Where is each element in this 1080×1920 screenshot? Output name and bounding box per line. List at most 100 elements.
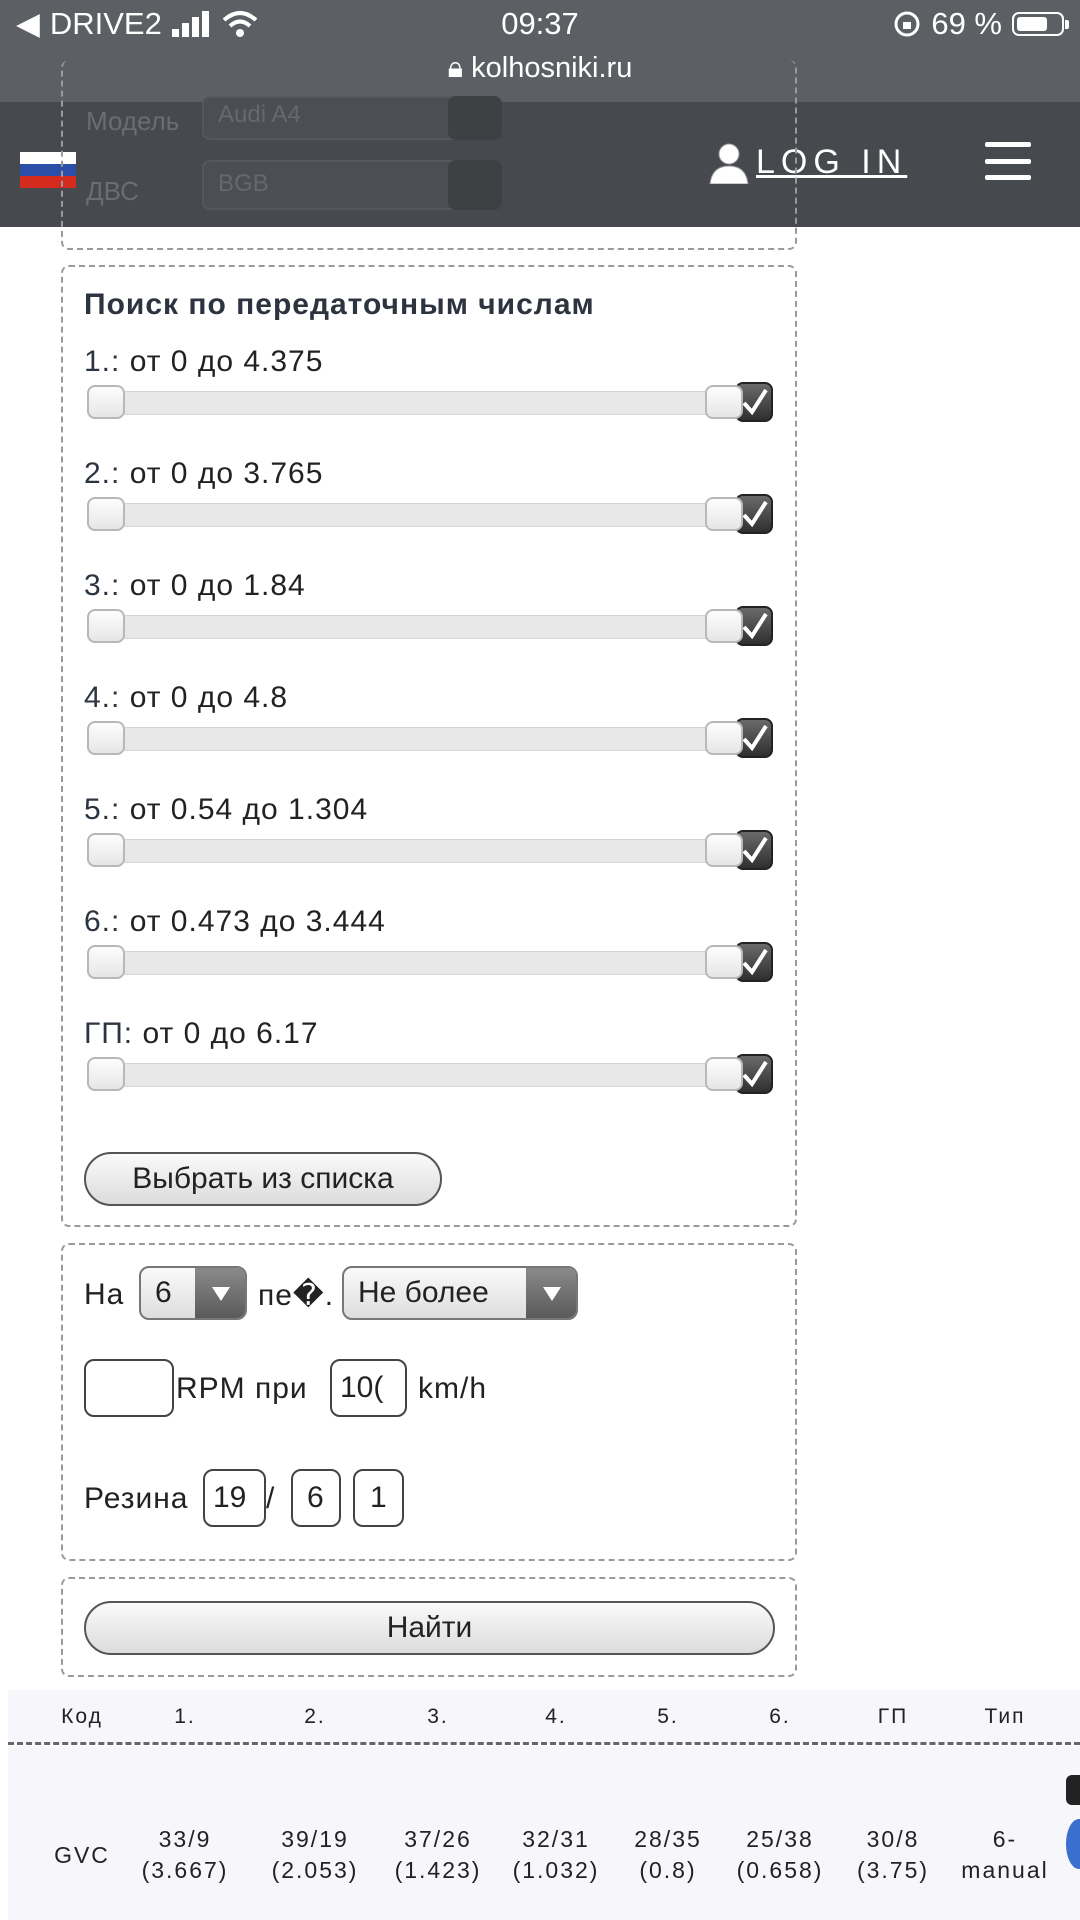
table-cell-g4: 32/31 (1.032) xyxy=(494,1824,618,1886)
cell-line: 28/35 xyxy=(634,1826,702,1852)
column-header[interactable]: 1. xyxy=(125,1705,245,1729)
table-cell-g6: 25/38 (0.658) xyxy=(718,1824,842,1886)
checkmark-icon xyxy=(742,836,768,864)
rpm-label: RPM при xyxy=(176,1372,308,1405)
tire-slash: / xyxy=(266,1482,276,1515)
range-min-handle[interactable] xyxy=(87,721,125,755)
range-text: от 0 до 3.765 xyxy=(129,457,324,490)
range-key: 6.: xyxy=(84,905,121,938)
cell-line: manual xyxy=(961,1857,1049,1883)
range-slider-track[interactable] xyxy=(88,839,738,863)
column-header[interactable]: 4. xyxy=(496,1705,616,1729)
battery-icon xyxy=(1012,12,1069,36)
checkmark-icon xyxy=(742,724,768,752)
cell-line: 33/9 xyxy=(158,1826,212,1852)
range-label: 3.: от 0 до 1.84 xyxy=(84,569,306,603)
range-slider-track[interactable] xyxy=(88,615,738,639)
column-header[interactable]: 3. xyxy=(378,1705,498,1729)
search-button[interactable]: Найти xyxy=(84,1601,775,1655)
range-key: 3.: xyxy=(84,569,121,602)
on-label: На xyxy=(84,1278,125,1311)
cell-line: (1.032) xyxy=(512,1857,600,1883)
column-header[interactable]: ГП xyxy=(833,1705,953,1729)
gear-select[interactable]: 6 xyxy=(139,1266,247,1320)
range-min-handle[interactable] xyxy=(87,833,125,867)
checkmark-icon xyxy=(742,612,768,640)
edge-icon[interactable] xyxy=(1066,1775,1080,1885)
cell-line: 6- xyxy=(992,1826,1018,1852)
range-min-handle[interactable] xyxy=(87,1057,125,1091)
ratio-search-title: Поиск по передаточным числам xyxy=(84,288,595,321)
range-key: 5.: xyxy=(84,793,121,826)
battery-percent: 69 % xyxy=(931,6,1002,41)
column-header[interactable]: 2. xyxy=(255,1705,375,1729)
range-slider-track[interactable] xyxy=(88,951,738,975)
range-text: от 0 до 6.17 xyxy=(142,1017,319,1050)
speed-input[interactable]: 10( xyxy=(330,1359,407,1417)
range-slider-track[interactable] xyxy=(88,391,738,415)
menu-icon[interactable] xyxy=(985,142,1031,180)
range-text: от 0 до 4.8 xyxy=(129,681,289,714)
range-text: от 0 до 4.375 xyxy=(129,345,324,378)
gear-suffix: пе�. xyxy=(258,1279,335,1312)
gear-select-value: 6 xyxy=(155,1276,172,1309)
tire-width-input[interactable]: 19 xyxy=(203,1469,266,1527)
table-cell-g1: 33/9 (3.667) xyxy=(123,1824,247,1886)
range-min-handle[interactable] xyxy=(87,385,125,419)
range-key: 2.: xyxy=(84,457,121,490)
orientation-lock-icon xyxy=(894,11,920,37)
cell-line: (2.053) xyxy=(271,1857,359,1883)
range-max-handle[interactable] xyxy=(705,721,743,755)
range-key: 4.: xyxy=(84,681,121,714)
tire-radius-input[interactable]: 1 xyxy=(353,1469,404,1527)
column-header[interactable]: 5. xyxy=(608,1705,728,1729)
column-header[interactable]: Тип xyxy=(945,1705,1065,1729)
cell-line: (1.423) xyxy=(394,1857,482,1883)
range-key: ГП: xyxy=(84,1017,134,1050)
cell-line: 39/19 xyxy=(281,1826,349,1852)
chevron-down-icon xyxy=(526,1268,576,1318)
range-label: 4.: от 0 до 4.8 xyxy=(84,681,288,715)
cell-line: (0.658) xyxy=(736,1857,824,1883)
range-key: 1.: xyxy=(84,345,121,378)
range-max-handle[interactable] xyxy=(705,1057,743,1091)
range-slider-track[interactable] xyxy=(88,503,738,527)
checkmark-icon xyxy=(742,948,768,976)
range-label: ГП: от 0 до 6.17 xyxy=(84,1017,319,1051)
tire-profile-input[interactable]: 6 xyxy=(291,1469,341,1527)
range-label: 6.: от 0.473 до 3.444 xyxy=(84,905,386,939)
range-label: 2.: от 0 до 3.765 xyxy=(84,457,323,491)
range-min-handle[interactable] xyxy=(87,945,125,979)
vehicle-panel xyxy=(61,60,797,250)
range-max-handle[interactable] xyxy=(705,497,743,531)
checkmark-icon xyxy=(742,500,768,528)
cell-line: 25/38 xyxy=(746,1826,814,1852)
choose-from-list-button[interactable]: Выбрать из списка xyxy=(84,1152,442,1206)
range-text: от 0.54 до 1.304 xyxy=(129,793,369,826)
table-cell-type: 6- manual xyxy=(943,1824,1067,1886)
column-header[interactable]: Код xyxy=(22,1705,142,1729)
column-header[interactable]: 6. xyxy=(720,1705,840,1729)
checkmark-icon xyxy=(742,388,768,416)
cell-line: (0.8) xyxy=(639,1857,697,1883)
chevron-down-icon xyxy=(195,1268,245,1318)
range-slider-track[interactable] xyxy=(88,727,738,751)
table-cell-gp: 30/8 (3.75) xyxy=(831,1824,955,1886)
range-text: от 0 до 1.84 xyxy=(129,569,306,602)
range-max-handle[interactable] xyxy=(705,385,743,419)
table-cell-g5: 28/35 (0.8) xyxy=(606,1824,730,1886)
cell-line: 32/31 xyxy=(522,1826,590,1852)
range-label: 5.: от 0.54 до 1.304 xyxy=(84,793,368,827)
condition-select[interactable]: Не более xyxy=(342,1266,578,1320)
table-cell-g2: 39/19 (2.053) xyxy=(253,1824,377,1886)
range-text: от 0.473 до 3.444 xyxy=(129,905,386,938)
range-slider-track[interactable] xyxy=(88,1063,738,1087)
range-max-handle[interactable] xyxy=(705,833,743,867)
range-max-handle[interactable] xyxy=(705,609,743,643)
range-max-handle[interactable] xyxy=(705,945,743,979)
rpm-input[interactable] xyxy=(84,1359,174,1417)
table-divider xyxy=(8,1742,1080,1745)
cell-line: (3.667) xyxy=(141,1857,229,1883)
range-min-handle[interactable] xyxy=(87,497,125,531)
range-min-handle[interactable] xyxy=(87,609,125,643)
